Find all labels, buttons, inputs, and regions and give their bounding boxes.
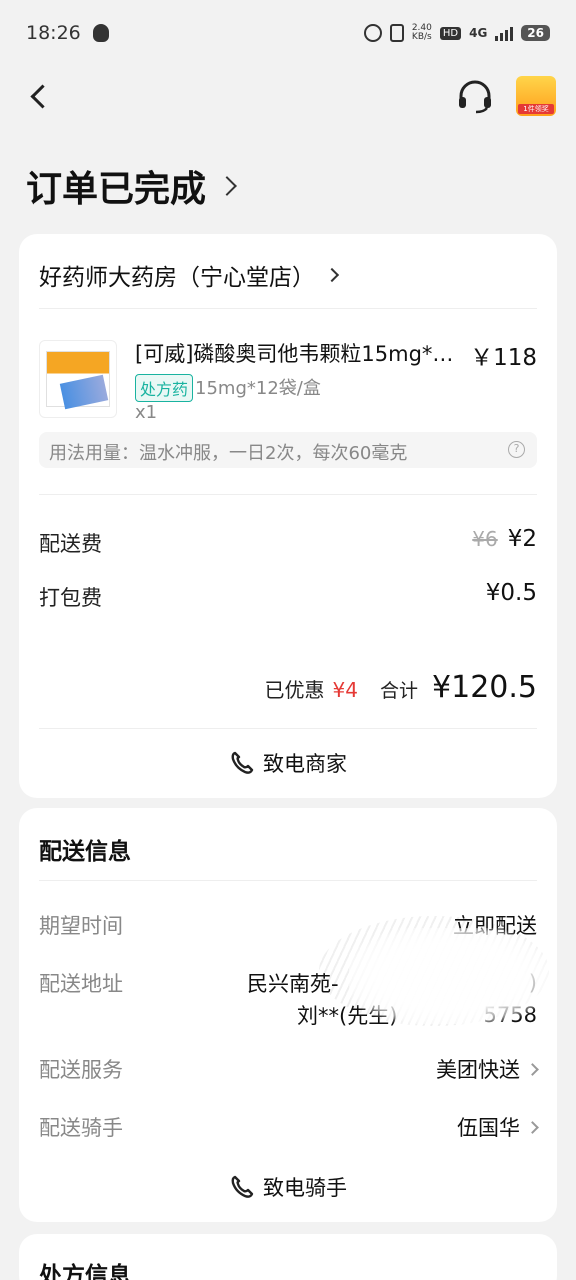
- store-name-link[interactable]: 好药师大药房（宁心堂店）: [39, 258, 340, 292]
- product-price: ￥118: [470, 345, 537, 371]
- total-label: 合计: [380, 680, 419, 702]
- redaction-mask: [349, 928, 549, 1024]
- delivery-info-title: 配送信息: [39, 839, 131, 865]
- rider-label: 配送骑手: [39, 1116, 123, 1140]
- qq-icon: [92, 24, 109, 42]
- chevron-right-icon: [526, 1120, 539, 1134]
- delivery-service-link[interactable]: 美团快送: [436, 1054, 539, 1084]
- promo-gift-icon[interactable]: 1件领奖: [516, 76, 556, 116]
- alarm-icon: [363, 24, 382, 42]
- order-summary: 已优惠 ¥4 合计 ¥120.5: [265, 670, 537, 705]
- product-spec: 15mg*12袋/盒: [195, 378, 321, 399]
- chevron-right-icon: [324, 267, 340, 283]
- address-label: 配送地址: [39, 972, 123, 996]
- customer-service-icon[interactable]: [456, 80, 494, 114]
- status-time: 18:26: [26, 22, 81, 44]
- delivery-info-card: 配送信息 期望时间 立即配送 配送地址 民兴南苑- ) 刘**(先生) 5758…: [19, 808, 557, 1222]
- discount-label: 已优惠: [264, 678, 325, 702]
- product-quantity: x1: [135, 402, 158, 423]
- divider: [39, 494, 537, 495]
- call-merchant-label: 致电商家: [263, 752, 347, 776]
- call-rider-label: 致电骑手: [263, 1176, 347, 1200]
- total-value: ¥120.5: [432, 670, 537, 705]
- order-status-text: 订单已完成: [26, 169, 207, 210]
- product-name[interactable]: [可威]磷酸奥司他韦颗粒15mg*12袋/盒: [135, 338, 465, 368]
- usage-text: 用法用量：温水冲服，一日2次，每次60毫克: [49, 443, 408, 464]
- prescription-info-card: 处方信息: [19, 1234, 557, 1280]
- delivery-service-value: 美团快送: [436, 1058, 520, 1082]
- vibrate-icon: [389, 24, 404, 42]
- delivery-fee-label: 配送费: [39, 532, 102, 556]
- delivery-fee-original: ¥6: [472, 527, 498, 551]
- network-type: 4G: [469, 26, 488, 40]
- status-icons: 2.40 KB/s HD 4G 26: [363, 24, 550, 42]
- expected-time-label: 期望时间: [39, 914, 123, 938]
- usage-instructions: 用法用量：温水冲服，一日2次，每次60毫克 ?: [39, 432, 537, 468]
- order-card: 好药师大药房（宁心堂店） [可威]磷酸奥司他韦颗粒15mg*12袋/盒 ￥118…: [19, 234, 557, 798]
- call-merchant-button[interactable]: 致电商家: [19, 748, 557, 778]
- divider: [39, 308, 537, 309]
- store-name: 好药师大药房（宁心堂店）: [39, 265, 315, 291]
- phone-icon: [231, 1175, 254, 1198]
- promo-tag: 1件领奖: [518, 104, 554, 114]
- phone-icon: [231, 751, 254, 774]
- speed-unit: KB/s: [411, 32, 432, 42]
- rider-value: 伍国华: [457, 1116, 520, 1140]
- delivery-service-label: 配送服务: [39, 1058, 123, 1082]
- prescription-badge: 处方药: [135, 374, 194, 402]
- chevron-right-icon: [526, 1062, 539, 1076]
- discount-value: ¥4: [332, 678, 358, 702]
- packing-fee-value: ¥0.5: [485, 580, 537, 606]
- chevron-right-icon: [217, 176, 237, 196]
- packing-fee-label: 打包费: [39, 586, 102, 610]
- divider: [39, 728, 537, 729]
- network-speed: 2.40 KB/s: [412, 24, 432, 42]
- help-icon[interactable]: ?: [508, 441, 525, 458]
- rider-link[interactable]: 伍国华: [457, 1112, 539, 1142]
- hd-icon: HD: [439, 26, 462, 40]
- order-status-title[interactable]: 订单已完成: [26, 160, 237, 212]
- signal-icon: [495, 25, 514, 41]
- call-rider-button[interactable]: 致电骑手: [19, 1172, 557, 1202]
- divider: [39, 880, 537, 881]
- prescription-info-title: 处方信息: [39, 1263, 131, 1280]
- delivery-fee-value: ¥6 ¥2: [472, 526, 537, 552]
- delivery-fee-amount: ¥2: [507, 526, 537, 552]
- product-image[interactable]: [39, 340, 117, 418]
- status-bar: 18:26 2.40 KB/s HD 4G 26: [0, 0, 576, 66]
- battery-icon: 26: [521, 25, 550, 41]
- nav-bar: 1件领奖: [0, 66, 576, 130]
- back-icon[interactable]: [30, 84, 50, 110]
